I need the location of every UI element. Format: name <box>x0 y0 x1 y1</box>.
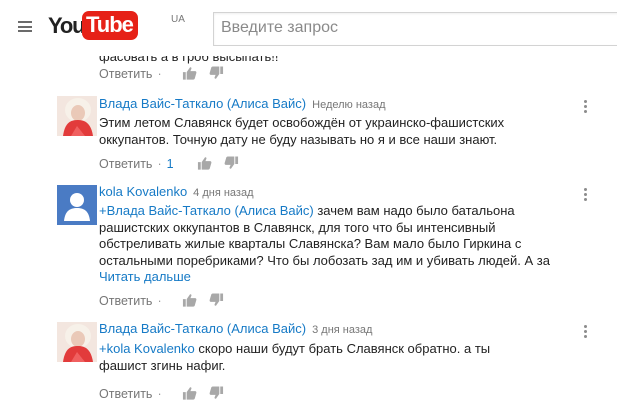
thumbs-down-icon[interactable] <box>209 386 224 403</box>
comment-timestamp[interactable]: Неделю назад <box>312 99 385 111</box>
read-more-link[interactable]: Читать дальше <box>99 269 191 284</box>
reply-button[interactable]: Ответить <box>99 387 152 401</box>
reply-button[interactable]: Ответить <box>99 294 152 308</box>
thumbs-up-icon[interactable] <box>182 293 197 310</box>
comment-header: kola Kovalenko 4 дня назад <box>99 184 254 199</box>
avatar[interactable] <box>57 322 97 362</box>
masthead: You Tube UA <box>0 0 617 56</box>
thumbs-down-icon[interactable] <box>209 66 224 83</box>
search-box <box>213 12 617 46</box>
default-avatar-icon[interactable] <box>57 185 97 225</box>
mention-link[interactable]: +kola Kovalenko <box>99 341 195 356</box>
thumbs-up-icon[interactable] <box>182 386 197 403</box>
comment-text: +kola Kovalenko скоро наши будут брать С… <box>99 341 499 374</box>
thumbs-up-icon[interactable] <box>182 66 197 83</box>
comment-header: Влада Вайс-Таткало (Алиса Вайс) 3 дня наз… <box>99 321 372 336</box>
thumbs-up-icon[interactable] <box>197 156 212 173</box>
comment-actions: Ответить · 1 <box>99 156 239 173</box>
comment-text-clip: фасовать а в гроб высыпать!! <box>99 56 399 64</box>
reply-count-link[interactable]: 1 <box>167 157 174 171</box>
thumbs-down-icon[interactable] <box>209 293 224 310</box>
hamburger-menu-icon[interactable] <box>18 21 32 32</box>
more-vert-icon[interactable] <box>584 100 588 115</box>
comment-actions: Ответить · <box>99 293 224 310</box>
reply-button[interactable]: Ответить <box>99 67 152 81</box>
thumbs-down-icon[interactable] <box>224 156 239 173</box>
mention-link[interactable]: +Влада Вайс-Таткало (Алиса Вайс) <box>99 203 314 218</box>
comment-header: Влада Вайс-Таткало (Алиса Вайс) Неделю на… <box>99 96 386 111</box>
comment-text: +Влада Вайс-Таткало (Алиса Вайс) зачем в… <box>99 203 569 269</box>
comment-text: фасовать а в гроб высыпать!! <box>99 56 279 64</box>
more-vert-icon[interactable] <box>584 325 588 340</box>
comment-timestamp[interactable]: 4 дня назад <box>193 187 253 199</box>
comment-timestamp[interactable]: 3 дня назад <box>312 324 372 336</box>
author-link[interactable]: kola Kovalenko <box>99 184 187 199</box>
comment-actions: Ответить · <box>99 386 224 403</box>
comment-actions: Ответить · <box>99 66 224 83</box>
logo-region-label: UA <box>171 14 185 25</box>
comment-text: Этим летом Славянск будет освобождён от … <box>99 115 505 147</box>
author-link[interactable]: Влада Вайс-Таткало (Алиса Вайс) <box>99 321 306 336</box>
logo-you-text: You <box>48 13 86 38</box>
search-input[interactable] <box>214 13 617 43</box>
logo-tube-text: Tube <box>82 11 138 40</box>
author-link[interactable]: Влада Вайс-Таткало (Алиса Вайс) <box>99 96 306 111</box>
reply-button[interactable]: Ответить <box>99 157 152 171</box>
avatar[interactable] <box>57 96 97 136</box>
more-vert-icon[interactable] <box>584 188 588 203</box>
